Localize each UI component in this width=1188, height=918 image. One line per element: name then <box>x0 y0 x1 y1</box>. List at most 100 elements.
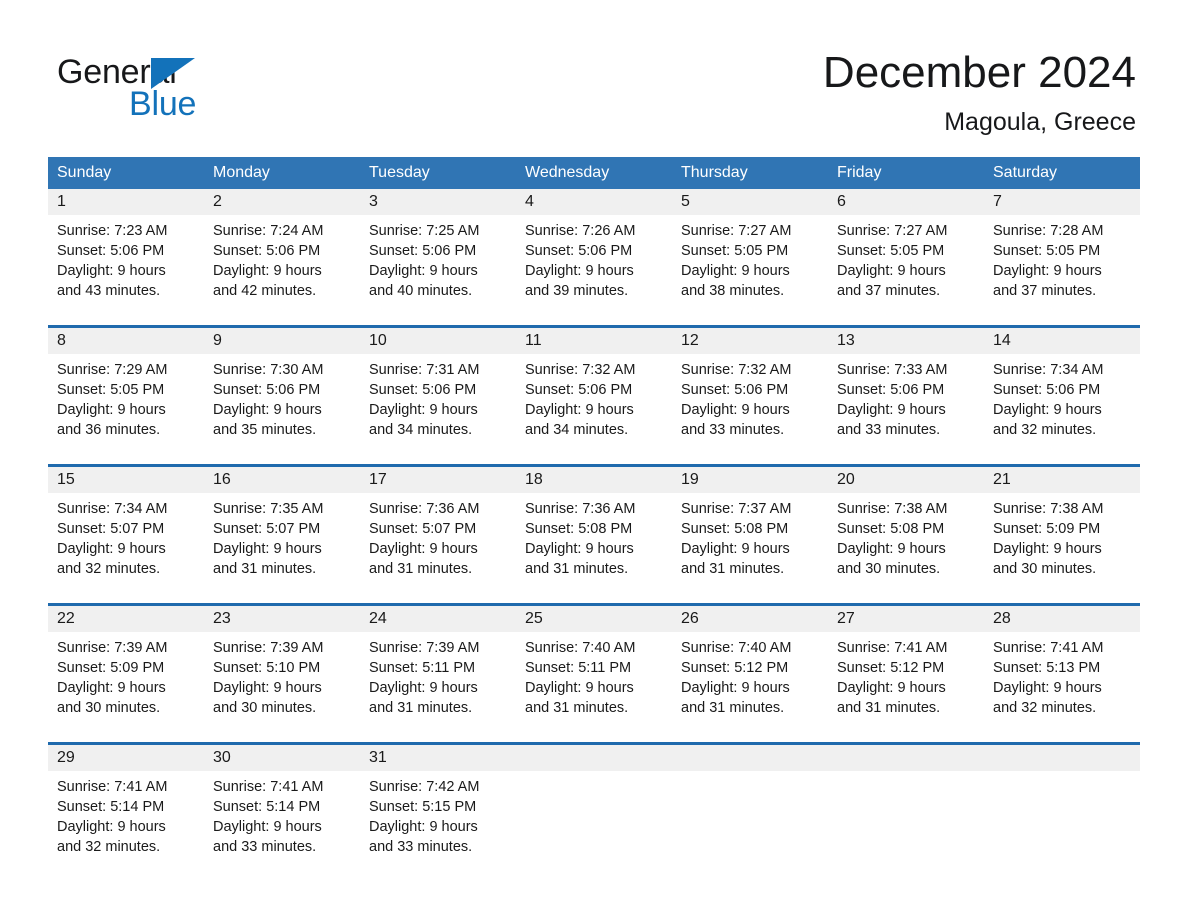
day-number[interactable]: 13 <box>828 328 984 354</box>
sunset-text: Sunset: 5:06 PM <box>369 382 477 398</box>
day-cell[interactable]: Sunrise: 7:41 AM Sunset: 5:14 PM Dayligh… <box>204 771 360 875</box>
weekday-header-row: Sunday Monday Tuesday Wednesday Thursday… <box>48 157 1140 189</box>
day-number[interactable]: 7 <box>984 189 1140 215</box>
day-number[interactable]: 15 <box>48 467 204 493</box>
day-cell[interactable]: Sunrise: 7:41 AM Sunset: 5:13 PM Dayligh… <box>984 632 1140 736</box>
day-cell[interactable]: Sunrise: 7:26 AM Sunset: 5:06 PM Dayligh… <box>516 215 672 319</box>
day-cell[interactable]: Sunrise: 7:23 AM Sunset: 5:06 PM Dayligh… <box>48 215 204 319</box>
day-number[interactable]: 22 <box>48 606 204 632</box>
daylight-text-2: and 37 minutes. <box>837 283 941 299</box>
day-number[interactable]: 30 <box>204 745 360 771</box>
day-cell[interactable]: Sunrise: 7:36 AM Sunset: 5:08 PM Dayligh… <box>516 493 672 597</box>
day-number-empty <box>828 745 984 771</box>
sunrise-text: Sunrise: 7:27 AM <box>681 223 792 239</box>
daylight-text-1: Daylight: 9 hours <box>993 402 1102 418</box>
weekday-header-wednesday: Wednesday <box>516 157 672 189</box>
week-daynumber-row: 1 2 3 4 5 6 7 <box>48 189 1140 215</box>
day-number[interactable]: 31 <box>360 745 516 771</box>
day-number[interactable]: 9 <box>204 328 360 354</box>
day-number[interactable]: 29 <box>48 745 204 771</box>
day-cell[interactable]: Sunrise: 7:34 AM Sunset: 5:07 PM Dayligh… <box>48 493 204 597</box>
sunset-text: Sunset: 5:07 PM <box>57 521 165 537</box>
day-cell[interactable]: Sunrise: 7:39 AM Sunset: 5:10 PM Dayligh… <box>204 632 360 736</box>
day-cell[interactable]: Sunrise: 7:29 AM Sunset: 5:05 PM Dayligh… <box>48 354 204 458</box>
daylight-text-2: and 31 minutes. <box>525 561 629 577</box>
daylight-text-2: and 43 minutes. <box>57 283 161 299</box>
day-number[interactable]: 25 <box>516 606 672 632</box>
day-number[interactable]: 12 <box>672 328 828 354</box>
daylight-text-1: Daylight: 9 hours <box>681 263 790 279</box>
daylight-text-1: Daylight: 9 hours <box>57 263 166 279</box>
sunset-text: Sunset: 5:12 PM <box>681 660 789 676</box>
sunrise-text: Sunrise: 7:39 AM <box>57 640 168 656</box>
day-cell[interactable]: Sunrise: 7:25 AM Sunset: 5:06 PM Dayligh… <box>360 215 516 319</box>
day-number[interactable]: 10 <box>360 328 516 354</box>
day-cell[interactable]: Sunrise: 7:38 AM Sunset: 5:09 PM Dayligh… <box>984 493 1140 597</box>
day-number[interactable]: 5 <box>672 189 828 215</box>
day-cell[interactable]: Sunrise: 7:40 AM Sunset: 5:11 PM Dayligh… <box>516 632 672 736</box>
week-daynumber-row: 22 23 24 25 26 27 28 <box>48 606 1140 632</box>
day-number[interactable]: 2 <box>204 189 360 215</box>
daylight-text-2: and 36 minutes. <box>57 422 161 438</box>
daylight-text-2: and 31 minutes. <box>369 700 473 716</box>
week-info-row: Sunrise: 7:23 AM Sunset: 5:06 PM Dayligh… <box>48 215 1140 319</box>
day-cell[interactable]: Sunrise: 7:27 AM Sunset: 5:05 PM Dayligh… <box>828 215 984 319</box>
day-number[interactable]: 18 <box>516 467 672 493</box>
day-cell[interactable]: Sunrise: 7:24 AM Sunset: 5:06 PM Dayligh… <box>204 215 360 319</box>
day-cell[interactable]: Sunrise: 7:30 AM Sunset: 5:06 PM Dayligh… <box>204 354 360 458</box>
day-number[interactable]: 26 <box>672 606 828 632</box>
day-cell[interactable]: Sunrise: 7:41 AM Sunset: 5:12 PM Dayligh… <box>828 632 984 736</box>
daylight-text-1: Daylight: 9 hours <box>525 402 634 418</box>
weekday-header-monday: Monday <box>204 157 360 189</box>
page-subtitle: Magoula, Greece <box>944 108 1136 136</box>
day-number[interactable]: 11 <box>516 328 672 354</box>
day-cell[interactable]: Sunrise: 7:39 AM Sunset: 5:11 PM Dayligh… <box>360 632 516 736</box>
day-number[interactable]: 19 <box>672 467 828 493</box>
day-number[interactable]: 24 <box>360 606 516 632</box>
sunrise-text: Sunrise: 7:32 AM <box>525 362 636 378</box>
day-cell[interactable]: Sunrise: 7:32 AM Sunset: 5:06 PM Dayligh… <box>516 354 672 458</box>
day-cell[interactable]: Sunrise: 7:39 AM Sunset: 5:09 PM Dayligh… <box>48 632 204 736</box>
day-cell[interactable]: Sunrise: 7:37 AM Sunset: 5:08 PM Dayligh… <box>672 493 828 597</box>
week-daynumber-row: 15 16 17 18 19 20 21 <box>48 467 1140 493</box>
day-cell[interactable]: Sunrise: 7:36 AM Sunset: 5:07 PM Dayligh… <box>360 493 516 597</box>
daylight-text-2: and 34 minutes. <box>369 422 473 438</box>
day-number[interactable]: 1 <box>48 189 204 215</box>
day-cell[interactable]: Sunrise: 7:35 AM Sunset: 5:07 PM Dayligh… <box>204 493 360 597</box>
day-number[interactable]: 17 <box>360 467 516 493</box>
sunset-text: Sunset: 5:08 PM <box>681 521 789 537</box>
sunrise-text: Sunrise: 7:26 AM <box>525 223 636 239</box>
sunrise-text: Sunrise: 7:30 AM <box>213 362 324 378</box>
weekday-header-saturday: Saturday <box>984 157 1140 189</box>
daylight-text-2: and 31 minutes. <box>369 561 473 577</box>
day-cell[interactable]: Sunrise: 7:42 AM Sunset: 5:15 PM Dayligh… <box>360 771 516 875</box>
day-number[interactable]: 21 <box>984 467 1140 493</box>
day-cell[interactable]: Sunrise: 7:32 AM Sunset: 5:06 PM Dayligh… <box>672 354 828 458</box>
day-cell[interactable]: Sunrise: 7:33 AM Sunset: 5:06 PM Dayligh… <box>828 354 984 458</box>
day-number[interactable]: 6 <box>828 189 984 215</box>
day-number[interactable]: 27 <box>828 606 984 632</box>
daylight-text-1: Daylight: 9 hours <box>837 263 946 279</box>
day-number[interactable]: 14 <box>984 328 1140 354</box>
daylight-text-1: Daylight: 9 hours <box>213 402 322 418</box>
daylight-text-2: and 32 minutes. <box>993 422 1097 438</box>
day-number[interactable]: 20 <box>828 467 984 493</box>
day-number[interactable]: 4 <box>516 189 672 215</box>
day-cell[interactable]: Sunrise: 7:27 AM Sunset: 5:05 PM Dayligh… <box>672 215 828 319</box>
day-number[interactable]: 28 <box>984 606 1140 632</box>
day-number[interactable]: 16 <box>204 467 360 493</box>
sunset-text: Sunset: 5:06 PM <box>57 243 165 259</box>
day-cell[interactable]: Sunrise: 7:34 AM Sunset: 5:06 PM Dayligh… <box>984 354 1140 458</box>
day-cell[interactable]: Sunrise: 7:40 AM Sunset: 5:12 PM Dayligh… <box>672 632 828 736</box>
day-cell[interactable]: Sunrise: 7:38 AM Sunset: 5:08 PM Dayligh… <box>828 493 984 597</box>
day-cell[interactable]: Sunrise: 7:28 AM Sunset: 5:05 PM Dayligh… <box>984 215 1140 319</box>
day-cell[interactable]: Sunrise: 7:31 AM Sunset: 5:06 PM Dayligh… <box>360 354 516 458</box>
general-blue-logo[interactable]: General Blue <box>57 52 257 127</box>
daylight-text-2: and 31 minutes. <box>681 700 785 716</box>
day-number[interactable]: 8 <box>48 328 204 354</box>
day-number[interactable]: 23 <box>204 606 360 632</box>
daylight-text-2: and 35 minutes. <box>213 422 317 438</box>
day-number[interactable]: 3 <box>360 189 516 215</box>
page-header: General Blue December 2024 Magoula, Gree… <box>0 0 1188 155</box>
day-cell[interactable]: Sunrise: 7:41 AM Sunset: 5:14 PM Dayligh… <box>48 771 204 875</box>
